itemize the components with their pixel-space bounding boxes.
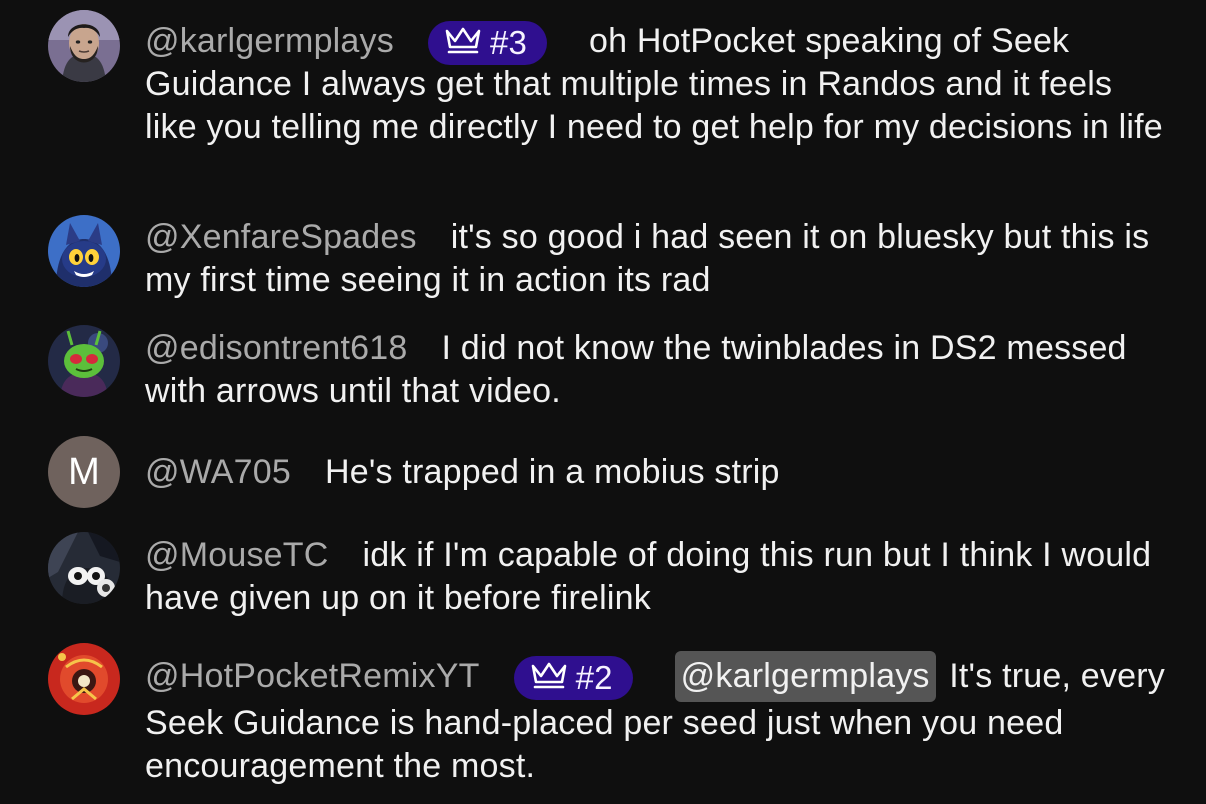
author-name[interactable]: @XenfareSpades — [145, 218, 417, 256]
chat-message-text-block: @edisontrent618 I did not know the twinbl… — [145, 327, 1170, 412]
avatar[interactable] — [48, 325, 120, 397]
red-emblem-avatar-icon — [48, 643, 120, 715]
member-rank-badge: #3 — [427, 21, 548, 65]
cartoon-cat-avatar-icon — [48, 215, 120, 287]
author-name[interactable]: @HotPocketRemixYT — [145, 657, 480, 695]
chat-message-text-block: @MouseTC idk if I'm capable of doing this… — [145, 534, 1170, 619]
chat-message-text-block: @HotPocketRemixYT #2 @karlgermplays It's t… — [145, 651, 1170, 787]
author-name[interactable]: @edisontrent618 — [145, 329, 407, 367]
live-chat-list: @karlgermplays #3 oh HotPocket speaking of… — [0, 0, 1206, 804]
author-name[interactable]: @WA705 — [145, 453, 291, 491]
author-name[interactable]: @karlgermplays — [145, 22, 394, 60]
author-name[interactable]: @MouseTC — [145, 536, 329, 574]
crown-icon — [444, 25, 482, 55]
chat-message-text-block: @karlgermplays #3 oh HotPocket speaking of… — [145, 19, 1170, 148]
message-body: He's trapped in a mobius strip — [324, 453, 780, 491]
chat-message-text-block: @XenfareSpades it's so good i had seen it… — [145, 216, 1170, 301]
crown-icon — [530, 660, 568, 690]
avatar-letter: M — [68, 451, 100, 493]
bearded-man-avatar-icon — [48, 10, 120, 82]
badge-label: #3 — [489, 24, 528, 61]
avatar[interactable] — [48, 643, 120, 715]
badge-label: #2 — [575, 659, 613, 696]
avatar[interactable]: M — [48, 436, 120, 508]
member-rank-badge: #2 — [513, 656, 633, 700]
user-mention-chip[interactable]: @karlgermplays — [674, 651, 936, 702]
avatar[interactable] — [48, 10, 120, 82]
avatar[interactable] — [48, 215, 120, 287]
avatar[interactable] — [48, 532, 120, 604]
mouse-character-avatar-icon — [48, 532, 120, 604]
green-alien-avatar-icon — [48, 325, 120, 397]
chat-message-text-block: @WA705 He's trapped in a mobius strip — [145, 451, 1170, 494]
